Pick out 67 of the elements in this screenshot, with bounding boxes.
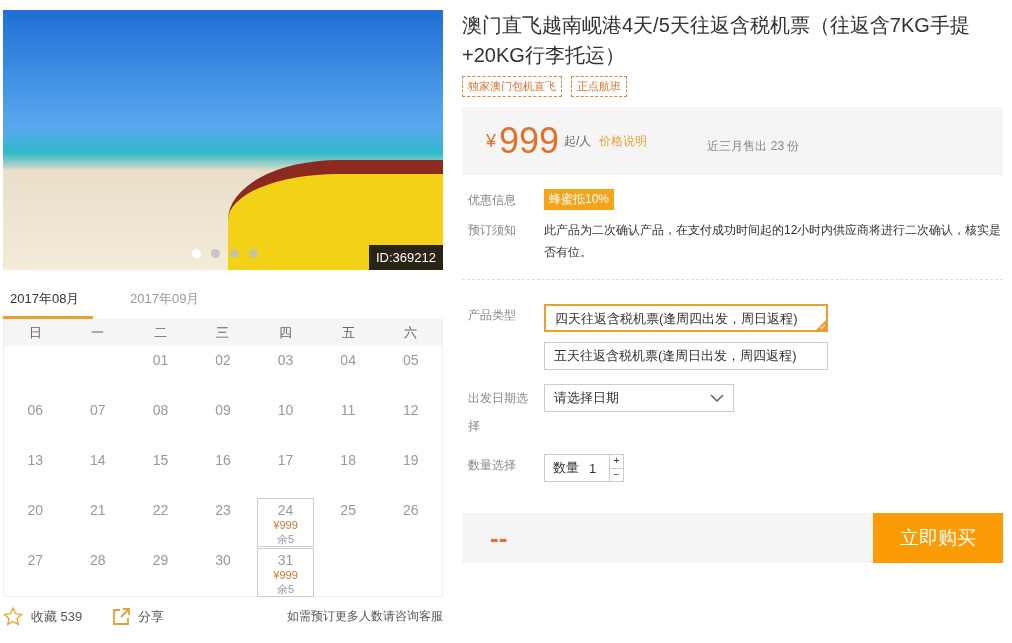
currency-sign: ¥ [486,130,496,152]
calendar-day: 07 [90,402,106,418]
calendar-day: 14 [90,452,106,468]
sales-count: 近三月售出 23 份 [707,137,800,155]
calendar-day: 18 [340,452,356,468]
calendar-day: 06 [27,402,44,418]
calendar-day: 20 [27,502,44,518]
calendar-day: 23 [215,502,231,518]
weekday-label: 六 [403,323,419,342]
calendar-day: 16 [215,452,231,468]
id-badge: ID:369212 [369,245,443,270]
date-select[interactable]: 请选择日期 [544,384,734,412]
calendar-day: 12 [402,402,419,418]
feature-tag: 独家澳门包机直飞 [462,76,562,97]
booking-notice: 此产品为二次确认产品，在支付成功时间起的12小时内供应商将进行二次确认，核实是否有位。 [544,222,1003,261]
product-title: 澳门直飞越南岘港4天/5天往返含税机票（往返含7KG手提+20KG行李托运） [462,13,971,68]
star-icon[interactable] [3,607,23,626]
calendar-day: 02 [215,352,231,368]
discount-badge: 蜂蜜抵10% [544,189,615,210]
weekday-label: 日 [27,323,43,342]
carousel-dot[interactable] [192,249,201,258]
calendar-day: 28 [90,552,106,568]
favorite-count[interactable]: 收藏 539 [31,607,83,626]
carousel-dot[interactable] [230,249,239,258]
calendar-day: 04 [340,352,356,368]
calendar-day: 27 [27,552,44,568]
weekday-label: 四 [278,323,294,342]
calendar-day: 30 [215,552,231,568]
weekday-label: 三 [215,323,231,342]
quantity-field[interactable]: 数量 1 + − [544,454,624,482]
share-icon[interactable] [112,607,131,626]
calendar-day: 09 [215,402,231,418]
field-label: 预订须知 [468,222,517,239]
calendar-day: 13 [27,452,44,468]
weekday-label: 一 [90,323,106,342]
calendar-day: 10 [277,402,294,418]
product-type-option[interactable]: 四天往返含税机票(逢周四出发，周日返程) [544,304,828,332]
calendar-day: 03 [277,352,294,368]
product-type-option[interactable]: 五天往返含税机票(逢周日出发，周四返程) [544,342,828,370]
calendar-day: 17 [277,452,294,468]
carousel-dot[interactable] [249,249,258,258]
price-amount: 999 [499,120,560,162]
share-link[interactable]: 分享 [138,607,165,626]
calendar-day: 08 [152,402,169,418]
feature-tag: 正点航班 [571,76,627,97]
field-label: 产品类型 [468,307,517,324]
chevron-down-icon [710,394,724,402]
field-label: 数量选择 [468,457,517,474]
calendar-day: 26 [402,502,419,518]
weekday-label: 五 [340,323,356,342]
calendar-day: 19 [402,452,419,468]
check-corner-icon [816,320,826,330]
calendar-day: 11 [340,402,356,418]
help-note: 如需预订更多人数请咨询客服 [287,608,443,625]
field-label: 出发日期选择 [468,390,529,435]
calendar-day: 05 [402,352,419,368]
carousel-dot[interactable] [211,249,220,258]
total-price: -- [490,522,509,554]
weekday-label: 二 [152,323,168,342]
calendar-day: 29 [152,552,169,568]
calendar-day: 25 [340,502,356,518]
calendar-day: 01 [152,352,169,368]
calendar-day: 21 [90,502,106,518]
price-unit: 起/人 [564,132,592,150]
calendar-day: 15 [152,452,169,468]
field-label: 优惠信息 [468,192,517,209]
calendar-day: 22 [152,502,169,518]
